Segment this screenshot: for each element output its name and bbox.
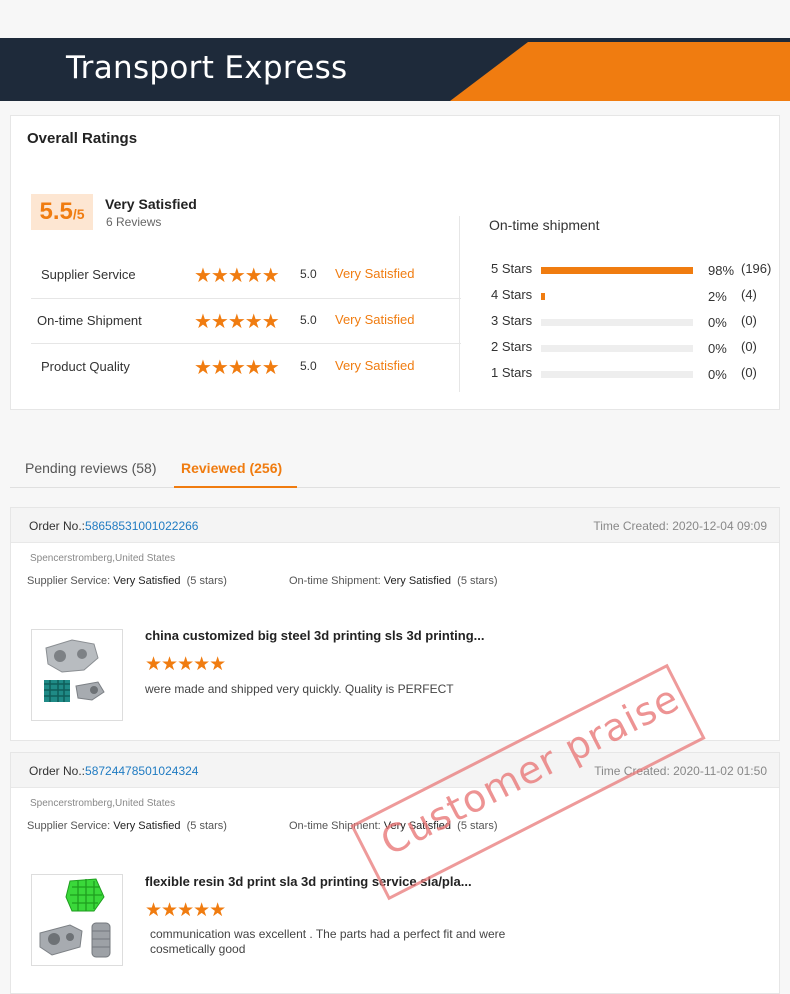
order-number-link[interactable]: 58658531001022266	[85, 519, 198, 533]
shipment-row-label: 2 Stars	[491, 339, 533, 354]
order-label: Order No.:58724478501024324	[29, 764, 198, 778]
shipment-meta: On-time Shipment: Very Satisfied (5 star…	[289, 575, 498, 587]
meta-label: On-time Shipment:	[289, 575, 381, 587]
score-badge: 5.5/5	[31, 194, 93, 230]
resin-parts-image	[39, 878, 111, 958]
tab-pending-reviews[interactable]: Pending reviews (58)	[25, 460, 157, 476]
rating-value: 5.0	[300, 313, 317, 327]
rating-text: Very Satisfied	[335, 266, 415, 281]
review-text: communication was excellent . The parts …	[150, 927, 506, 956]
rating-text: Very Satisfied	[335, 358, 415, 373]
progress-track	[541, 293, 693, 300]
meta-stars: (5 stars)	[457, 575, 498, 587]
shipment-percent: 0%	[708, 315, 727, 330]
shipment-row-label: 5 Stars	[491, 261, 533, 276]
shipment-count: (0)	[741, 313, 757, 328]
shipment-row-1-stars: 1 Stars 0% (0)	[489, 363, 779, 383]
progress-fill	[541, 267, 693, 274]
meta-value: Very Satisfied	[113, 575, 181, 587]
shipment-percent: 98%	[708, 263, 735, 278]
review-card-header: Order No.:58658531001022266 Time Created…	[11, 508, 779, 543]
shipment-row-label: 3 Stars	[491, 313, 533, 328]
supplier-service-meta: Supplier Service: Very Satisfied (5 star…	[27, 575, 227, 587]
meta-label: Supplier Service:	[27, 820, 111, 832]
shipment-percent: 0%	[708, 341, 727, 356]
progress-track	[541, 371, 693, 378]
product-title[interactable]: china customized big steel 3d printing s…	[145, 628, 485, 643]
score-max: /5	[72, 206, 85, 222]
review-star-icons: ★★★★★	[145, 654, 226, 675]
reviewer-name: Spencerstromberg,United States	[30, 798, 176, 809]
review-star-icons: ★★★★★	[145, 900, 226, 921]
banner-title: Transport Express	[66, 50, 348, 86]
order-number-link[interactable]: 58724478501024324	[85, 764, 198, 778]
meta-value: Very Satisfied	[383, 575, 452, 587]
summary-label: Very Satisfied	[105, 196, 197, 212]
rating-label: Supplier Service	[41, 267, 136, 282]
rating-label: Product Quality	[41, 359, 130, 374]
rating-row-on-time-shipment: On-time Shipment ★★★★★ 5.0 Very Satisfie…	[31, 298, 461, 344]
review-text: were made and shipped very quickly. Qual…	[145, 682, 454, 696]
shipment-row-2-stars: 2 Stars 0% (0)	[489, 337, 779, 357]
meta-stars: (5 stars)	[186, 820, 227, 832]
shipment-row-label: 4 Stars	[491, 287, 533, 302]
active-tab-indicator	[174, 486, 297, 488]
progress-track	[541, 319, 693, 326]
shipment-percent: 0%	[708, 367, 727, 382]
time-created: Time Created: 2020-12-04 09:09	[593, 519, 767, 533]
meta-stars: (5 stars)	[186, 575, 227, 587]
ratings-title: Overall Ratings	[27, 130, 138, 147]
rating-label: On-time Shipment	[37, 313, 142, 328]
shipment-percent: 2%	[708, 289, 727, 304]
progress-track	[541, 345, 693, 352]
rating-row-product-quality: Product Quality ★★★★★ 5.0 Very Satisfied	[31, 345, 461, 389]
shipment-row-4-stars: 4 Stars 2% (4)	[489, 285, 779, 305]
review-tabs: Pending reviews (58) Reviewed (256)	[10, 453, 780, 488]
supplier-service-meta: Supplier Service: Very Satisfied (5 star…	[27, 820, 227, 832]
progress-track	[541, 267, 693, 274]
shipment-row-label: 1 Stars	[491, 365, 533, 380]
product-thumbnail[interactable]	[31, 629, 123, 721]
meta-value: Very Satisfied	[113, 820, 181, 832]
score-value: 5.5	[39, 198, 73, 225]
rating-text: Very Satisfied	[335, 312, 415, 327]
tab-reviewed[interactable]: Reviewed (256)	[181, 460, 282, 476]
rating-value: 5.0	[300, 267, 317, 281]
star-icons: ★★★★★	[194, 357, 280, 379]
banner-orange-accent	[450, 42, 790, 101]
product-thumbnail[interactable]	[31, 874, 123, 966]
shipment-row-3-stars: 3 Stars 0% (0)	[489, 311, 779, 331]
shipment-title: On-time shipment	[489, 217, 600, 233]
shipment-count: (0)	[741, 365, 757, 380]
order-label-text: Order No.:	[29, 764, 86, 778]
meta-label: Supplier Service:	[27, 575, 111, 587]
shipment-count: (4)	[741, 287, 757, 302]
shipment-count: (196)	[741, 261, 772, 276]
progress-fill	[541, 293, 545, 300]
steel-parts-image	[44, 639, 105, 702]
review-count: 6 Reviews	[106, 215, 162, 229]
rating-value: 5.0	[300, 359, 317, 373]
order-label: Order No.:58658531001022266	[29, 519, 198, 533]
rating-row-supplier-service: Supplier Service ★★★★★ 5.0 Very Satisfie…	[31, 253, 461, 297]
order-label-text: Order No.:	[29, 519, 86, 533]
panel-divider	[459, 216, 460, 392]
star-icons: ★★★★★	[194, 265, 280, 287]
star-icons: ★★★★★	[194, 311, 280, 333]
shipment-count: (0)	[741, 339, 757, 354]
header-banner: Transport Express	[0, 42, 790, 101]
overall-ratings-panel: Overall Ratings 5.5/5 Very Satisfied 6 R…	[10, 115, 780, 410]
shipment-row-5-stars: 5 Stars 98% (196)	[489, 259, 779, 279]
reviewer-name: Spencerstromberg,United States	[30, 553, 176, 564]
